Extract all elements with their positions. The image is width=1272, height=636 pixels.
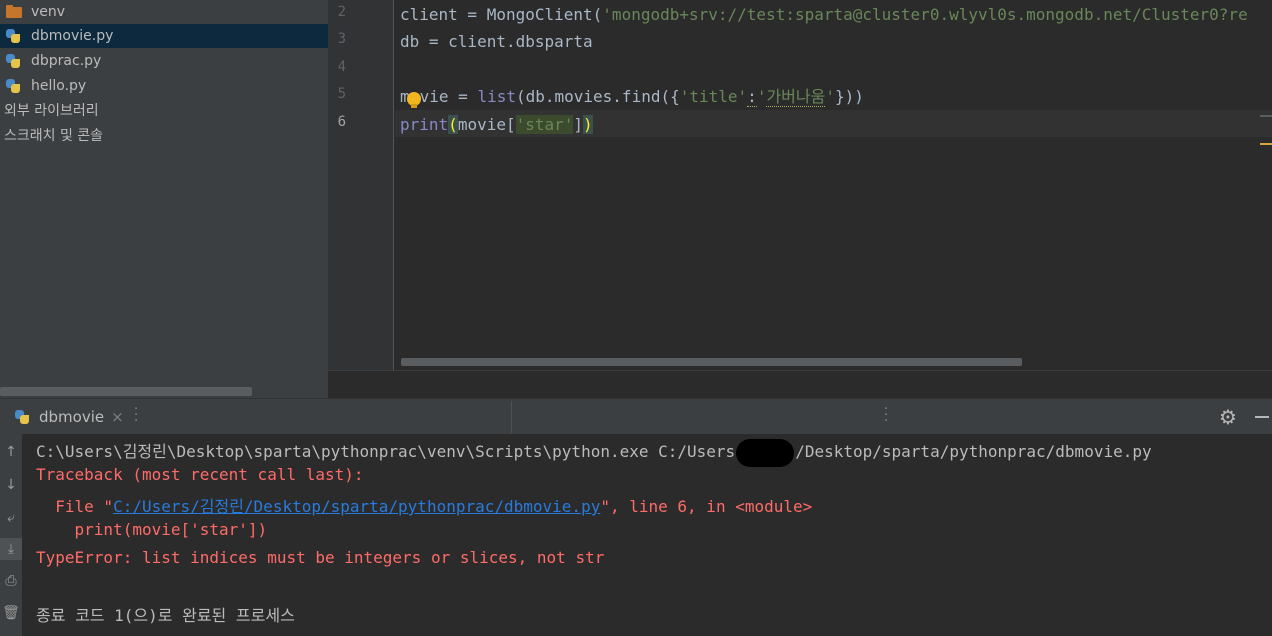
tree-item-venv[interactable]: venv [0, 0, 328, 24]
trash-icon[interactable]: 🗑 [0, 602, 22, 624]
file-link[interactable]: C:/Users/김정린/Desktop/sparta/pythonprac/d… [113, 497, 600, 516]
code-line-2: client = MongoClient('mongodb+srv://test… [400, 5, 1248, 24]
editor-horizontal-scrollbar[interactable] [401, 358, 1022, 366]
python-file-icon [5, 28, 23, 44]
code-line-6: print(movie['star']) [400, 115, 593, 134]
redacted-mark [736, 438, 795, 467]
tree-item-external-libraries[interactable]: 외부 라이브러리 [0, 98, 328, 122]
line-number-current: 6 [337, 114, 346, 130]
project-panel: venv dbmovie.py dbprac.py hello.py 외부 라이… [0, 0, 328, 398]
line-number: 4 [337, 59, 346, 75]
more-options-icon[interactable]: · · · [884, 403, 888, 428]
minimize-icon[interactable] [1255, 416, 1269, 418]
run-console-output[interactable]: C:\Users\김정린\Desktop\sparta\pythonprac\v… [22, 434, 1272, 636]
console-traceback-file: File "C:/Users/김정린/Desktop/sparta/python… [36, 497, 813, 516]
gear-icon[interactable]: ⚙ [1219, 405, 1237, 429]
warning-stripe-marker[interactable] [1260, 143, 1272, 145]
arrow-up-icon[interactable]: ↑ [0, 441, 22, 463]
tree-item-label: venv [31, 4, 66, 20]
console-error-message: TypeError: list indices must be integers… [36, 548, 605, 567]
close-icon[interactable]: × [111, 408, 124, 426]
tree-item-label: hello.py [31, 78, 87, 94]
console-exit-message: 종료 코드 1(으)로 완료된 프로세스 [36, 606, 295, 625]
tree-item-label: 외부 라이브러리 [4, 103, 99, 119]
console-command-line: C:\Users\김정린\Desktop\sparta\pythonprac\v… [36, 438, 1152, 467]
line-number: 2 [337, 4, 346, 20]
python-file-icon [14, 409, 32, 425]
run-toolwindow-header: dbmovie × · · · · · · ⚙ [0, 398, 1272, 434]
tree-item-dbmovie[interactable]: dbmovie.py [0, 24, 328, 48]
code-line-5: m vie = list(db.movies.find({'title':'가버나… [400, 87, 864, 107]
run-tab-label: dbmovie [39, 408, 105, 426]
line-number: 5 [337, 86, 346, 102]
tree-item-label: dbmovie.py [31, 28, 114, 44]
console-traceback-header: Traceback (most recent call last): [36, 465, 364, 484]
python-file-icon [5, 53, 23, 69]
scroll-to-end-icon[interactable]: ⤓ [0, 538, 22, 560]
code-line-3: db = client.dbsparta [400, 32, 593, 51]
run-side-toolbar: ↑ ↓ ⤶ ⤓ ⎙ 🗑 [0, 434, 22, 636]
console-traceback-code: print(movie['star']) [36, 520, 268, 539]
lightbulb-icon[interactable] [407, 92, 421, 108]
arrow-down-icon[interactable]: ↓ [0, 474, 22, 496]
code-editor[interactable]: client = MongoClient('mongodb+srv://test… [395, 0, 1272, 370]
tree-item-scratches[interactable]: 스크래치 및 콘솔 [0, 123, 328, 147]
tree-item-hello[interactable]: hello.py [0, 74, 328, 98]
project-horizontal-scrollbar[interactable] [0, 387, 252, 396]
line-number: 3 [337, 31, 346, 47]
tree-item-dbprac[interactable]: dbprac.py [0, 49, 328, 73]
more-options-icon[interactable]: · · · [134, 403, 138, 428]
error-stripe-marker[interactable] [1260, 115, 1272, 117]
soft-wrap-icon[interactable]: ⤶ [0, 507, 22, 529]
editor-bottom-area [328, 370, 1272, 398]
python-file-icon [5, 78, 23, 94]
tree-item-label: dbprac.py [31, 53, 102, 69]
line-number-gutter: 2 3 4 5 6 [328, 0, 394, 370]
print-icon[interactable]: ⎙ [0, 570, 22, 592]
folder-icon [5, 4, 23, 20]
run-tab-dbmovie[interactable]: dbmovie × [0, 399, 130, 435]
tree-item-label: 스크래치 및 콘솔 [4, 128, 104, 144]
header-divider [511, 401, 512, 433]
